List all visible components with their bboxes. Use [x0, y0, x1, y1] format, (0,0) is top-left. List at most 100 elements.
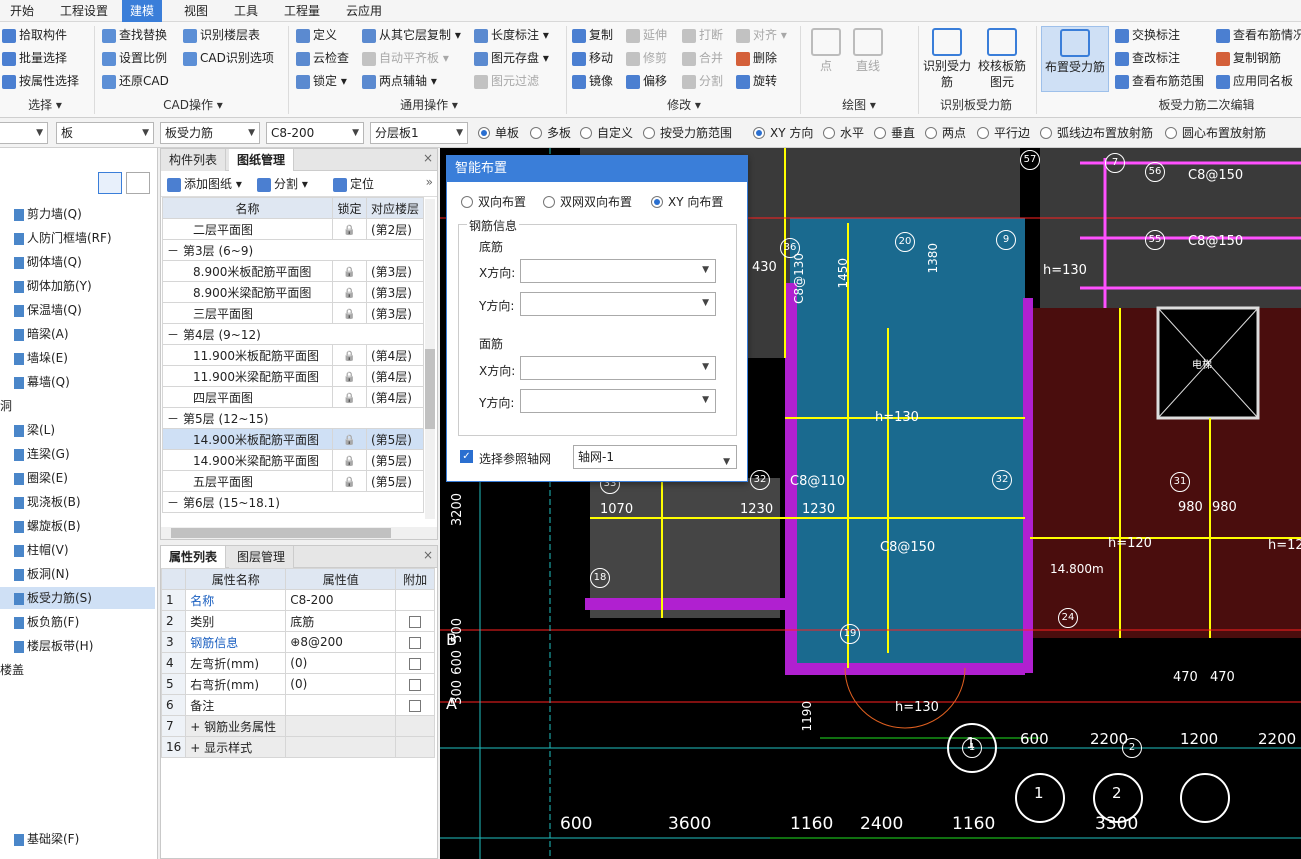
lock-icon[interactable]: 🔒 — [343, 288, 355, 299]
vertical-scrollbar[interactable] — [425, 199, 435, 519]
menu-view[interactable]: 视图 — [176, 0, 216, 22]
nav-item[interactable]: 暗梁(A) — [0, 323, 155, 345]
mirror-button[interactable]: 镜像 — [572, 71, 613, 91]
subtype-combo[interactable]: 板受力筋 ▼ — [160, 122, 260, 144]
nav-item[interactable]: 保温墙(Q) — [0, 299, 155, 321]
lock-icon[interactable]: 🔒 — [343, 393, 355, 404]
selected-slab[interactable] — [790, 218, 1025, 673]
delete-button[interactable]: 删除 — [736, 48, 777, 68]
top-y-dropdown[interactable]: ▼ — [520, 389, 716, 413]
nav-item[interactable]: 人防门框墙(RF) — [0, 227, 155, 249]
merge-button[interactable]: 合并 — [682, 48, 723, 68]
radio-by-rebar-range[interactable]: 按受力筋范围 — [643, 124, 732, 142]
drawing-row[interactable]: －第5层 (12~15) — [162, 407, 424, 429]
menu-modeling[interactable]: 建模 — [122, 0, 163, 22]
lock-icon[interactable]: 🔒 — [343, 372, 355, 383]
group-common-label[interactable]: 通用操作 ▾ — [294, 96, 564, 114]
align-button[interactable]: 对齐 ▾ — [736, 25, 787, 45]
drawing-row[interactable]: 8.900米梁配筋平面图 🔒 (第3层) — [162, 281, 425, 303]
close-icon[interactable]: × — [423, 151, 433, 165]
extra-checkbox[interactable] — [409, 678, 422, 691]
restore-cad-button[interactable]: 还原CAD — [102, 71, 169, 91]
extra-checkbox[interactable] — [409, 636, 422, 649]
nav-item[interactable]: 砌体墙(Q) — [0, 251, 155, 273]
lock-button[interactable]: 锁定 ▾ — [296, 71, 347, 91]
copy-rebar-button[interactable]: 复制钢筋 — [1216, 48, 1281, 68]
nav-item[interactable]: 梁(L) — [0, 419, 155, 441]
cloud-check-button[interactable]: 云检查 — [296, 48, 349, 68]
collapse-icon[interactable]: － — [167, 244, 179, 258]
nav-item[interactable]: 板受力筋(S) — [0, 587, 155, 609]
property-row[interactable]: 2 类别 底筋 — [160, 610, 435, 632]
lock-icon[interactable]: 🔒 — [343, 351, 355, 362]
group-modify-label[interactable]: 修改 ▾ — [570, 96, 798, 114]
radio-arc-radial[interactable]: 弧线边布置放射筋 — [1040, 124, 1153, 142]
collapse-icon[interactable]: － — [167, 412, 179, 426]
extra-checkbox[interactable] — [409, 657, 422, 670]
edit-label-button[interactable]: 查改标注 — [1115, 48, 1180, 68]
property-row[interactable]: 7 + 钢筋业务属性 — [160, 715, 435, 737]
find-replace-button[interactable]: 查找替换 — [102, 25, 167, 45]
radio-bidirectional[interactable]: 双向布置 — [461, 193, 526, 211]
nav-item[interactable]: 剪力墙(Q) — [0, 203, 155, 225]
top-x-dropdown[interactable]: ▼ — [520, 356, 716, 380]
drawing-row[interactable]: 11.900米板配筋平面图 🔒 (第4层) — [162, 344, 425, 366]
radio-vertical[interactable]: 垂直 — [874, 124, 915, 142]
break-button[interactable]: 打断 — [682, 25, 723, 45]
lock-icon[interactable]: 🔒 — [343, 435, 355, 446]
drawing-row[interactable]: 14.900米板配筋平面图 🔒 (第5层) — [162, 428, 425, 450]
nav-item[interactable]: 砌体加筋(Y) — [0, 275, 155, 297]
radio-xy[interactable]: XY 向布置 — [651, 193, 723, 211]
group-draw-label[interactable]: 绘图 ▾ — [804, 96, 914, 114]
pick-component-button[interactable]: 拾取构件 — [2, 25, 67, 45]
element-filter-button[interactable]: 图元过滤 — [474, 71, 539, 91]
offset-button[interactable]: 偏移 — [626, 71, 667, 91]
select-by-property-button[interactable]: 按属性选择 — [2, 71, 79, 91]
nav-item[interactable]: 板负筋(F) — [0, 611, 155, 633]
close-icon[interactable]: × — [423, 548, 433, 562]
category-combo[interactable]: ▼ — [0, 122, 48, 144]
view-rebar-status-button[interactable]: 查看布筋情况 — [1216, 25, 1301, 45]
drawing-row[interactable]: －第3层 (6~9) — [162, 239, 424, 261]
radio-two-points[interactable]: 两点 — [925, 124, 966, 142]
copy-button[interactable]: 复制 — [572, 25, 613, 45]
property-row[interactable]: 5 右弯折(mm) (0) — [160, 673, 435, 695]
property-row[interactable]: 3 钢筋信息 ⊕8@200 — [160, 631, 435, 653]
bottom-y-dropdown[interactable]: ▼ — [520, 292, 716, 316]
copy-from-floor-button[interactable]: 从其它层复制 ▾ — [362, 25, 461, 45]
tree-view-icon[interactable] — [126, 172, 150, 194]
property-row[interactable]: 6 备注 — [160, 694, 435, 716]
axis-net-checkbox[interactable]: ✓ — [460, 450, 473, 463]
identify-floor-table-button[interactable]: 识别楼层表 — [183, 25, 260, 45]
check-slab-rebar-button[interactable]: 校核板筋图元 — [974, 28, 1030, 90]
radio-xy-direction[interactable]: XY 方向 — [753, 124, 813, 142]
cad-options-button[interactable]: CAD识别选项 — [183, 48, 274, 68]
property-row[interactable]: 4 左弯折(mm) (0) — [160, 652, 435, 674]
nav-item[interactable]: 螺旋板(B) — [0, 515, 155, 537]
place-rebar-button[interactable]: 布置受力筋 — [1041, 26, 1109, 92]
lock-icon[interactable]: 🔒 — [343, 309, 355, 320]
tab-component-list[interactable]: 构件列表 — [161, 149, 227, 171]
view-rebar-range-button[interactable]: 查看布筋范围 — [1115, 71, 1204, 91]
group-select-label[interactable]: 选择 ▾ — [0, 96, 90, 114]
two-point-axis-button[interactable]: 两点辅轴 ▾ — [362, 71, 437, 91]
tab-property-list[interactable]: 属性列表 — [161, 546, 227, 568]
property-row[interactable]: 16 + 显示样式 — [160, 736, 435, 758]
drawing-row[interactable]: －第4层 (9~12) — [162, 323, 424, 345]
tab-drawing-management[interactable]: 图纸管理 — [229, 149, 295, 171]
nav-item[interactable]: 柱帽(V) — [0, 539, 155, 561]
radio-parallel-edge[interactable]: 平行边 — [977, 124, 1030, 142]
extra-checkbox[interactable] — [409, 699, 422, 712]
nav-item[interactable]: 现浇板(B) — [0, 491, 155, 513]
split-button[interactable]: 分割 — [682, 71, 723, 91]
extra-checkbox[interactable] — [409, 615, 422, 628]
radio-horizontal[interactable]: 水平 — [823, 124, 864, 142]
nav-item[interactable]: 楼盖 — [0, 659, 155, 681]
menu-start[interactable]: 开始 — [2, 0, 42, 22]
identify-rebar-button[interactable]: 识别受力筋 — [922, 28, 972, 90]
drawing-row[interactable]: 五层平面图 🔒 (第5层) — [162, 470, 425, 492]
group-cad-label[interactable]: CAD操作 ▾ — [100, 96, 286, 114]
save-element-button[interactable]: 图元存盘 ▾ — [474, 48, 549, 68]
menu-project-settings[interactable]: 工程设置 — [52, 0, 116, 22]
type-combo[interactable]: 板 ▼ — [56, 122, 154, 144]
